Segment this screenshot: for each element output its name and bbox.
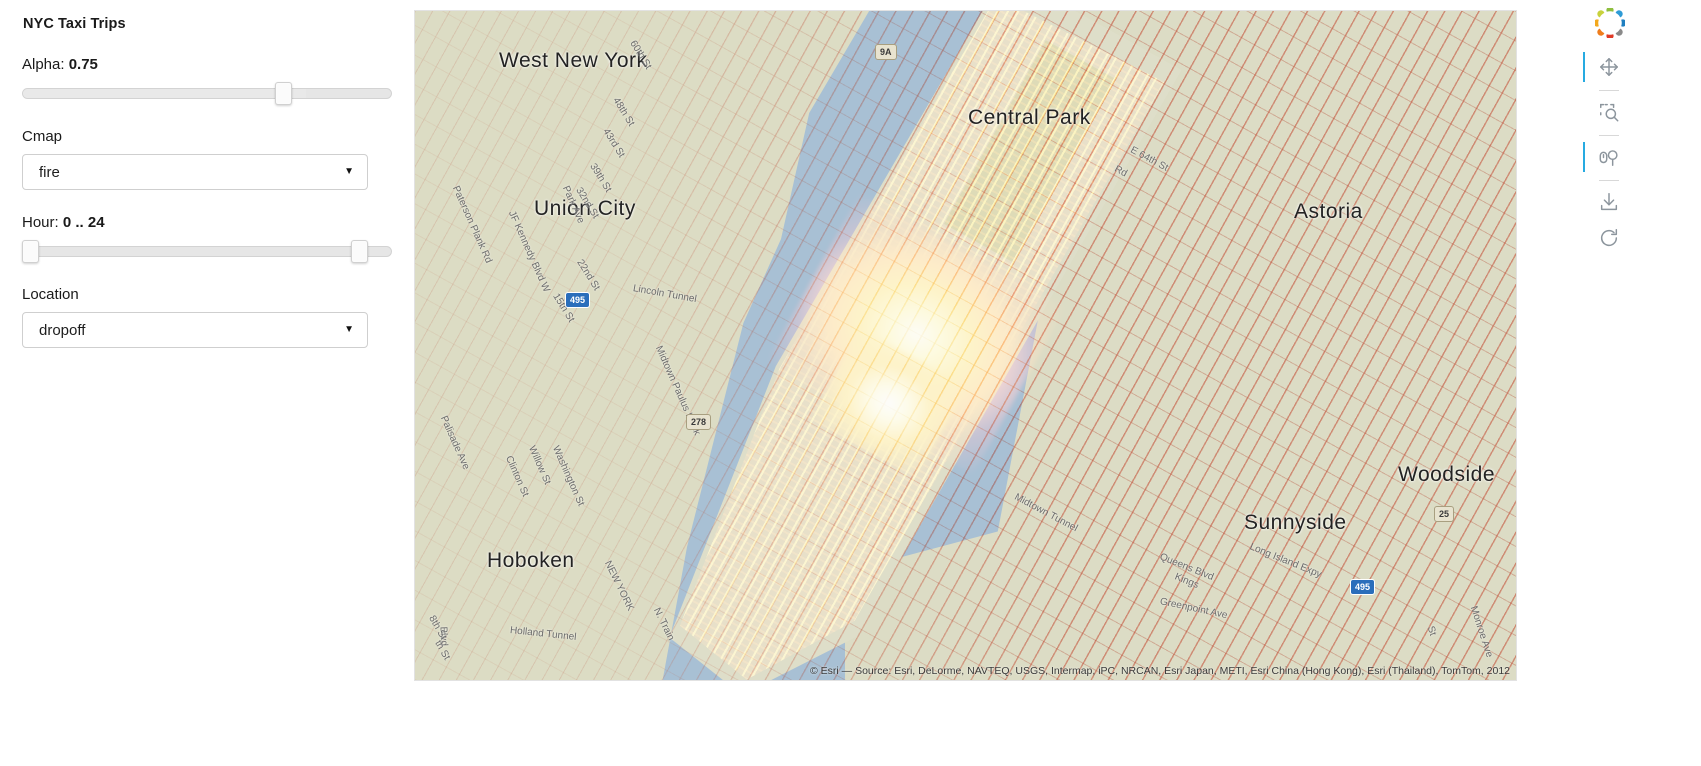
pan-tool[interactable] (1583, 52, 1624, 82)
hour-slider-handle-start[interactable] (22, 240, 39, 263)
alpha-slider-label: Alpha: 0.75 (22, 56, 392, 74)
wheel-zoom-tool[interactable] (1583, 142, 1624, 172)
alpha-slider-track[interactable] (22, 88, 392, 99)
alpha-slider-handle[interactable] (275, 82, 293, 105)
hour-slider-widget: Hour: 0 .. 24 (22, 214, 392, 263)
location-select[interactable]: dropoff ▼ (22, 312, 368, 348)
route-shield: 495 (565, 292, 591, 308)
hour-label-value: 0 .. 24 (62, 214, 105, 231)
route-shield: 278 (686, 414, 712, 430)
map-attribution: © Esri — Source: Esri, DeLorme, NAVTEQ, … (810, 665, 1510, 677)
cmap-select[interactable]: fire ▼ (22, 154, 368, 190)
location-label: Location (22, 286, 79, 303)
pan-icon (1600, 58, 1618, 76)
save-tool[interactable] (1594, 187, 1624, 217)
bokeh-logo[interactable] (1593, 6, 1627, 40)
route-shield: 25 (1434, 506, 1455, 522)
alpha-slider-widget: Alpha: 0.75 (22, 56, 392, 105)
chevron-down-icon: ▼ (344, 324, 354, 335)
location-select-widget: Location dropoff ▼ (22, 286, 392, 348)
reset-tool[interactable] (1594, 223, 1624, 253)
map-plot[interactable]: West New York Union City Hoboken Astoria Woo… (414, 10, 1517, 681)
toolbar-divider (1599, 180, 1619, 181)
alpha-slider-fill (23, 89, 307, 98)
alpha-label-name: Alpha: (22, 56, 69, 73)
toolbar-divider (1599, 135, 1619, 136)
hour-slider-handle-end[interactable] (351, 240, 368, 263)
save-icon (1600, 193, 1618, 211)
toolbar-divider (1599, 90, 1619, 91)
page-title: NYC Taxi Trips (23, 16, 126, 32)
plot-toolbar (1517, 0, 1701, 766)
cmap-select-widget: Cmap fire ▼ (22, 128, 392, 190)
map-canvas[interactable]: West New York Union City Hoboken Astoria Woo… (415, 11, 1516, 680)
hour-label-name: Hour: (22, 214, 63, 231)
cmap-label: Cmap (22, 128, 63, 145)
route-shield: 495 (1350, 579, 1376, 595)
hour-slider-track[interactable] (22, 246, 392, 257)
hour-slider-label: Hour: 0 .. 24 (22, 214, 392, 232)
box-zoom-icon (1600, 103, 1619, 122)
chevron-down-icon: ▼ (344, 166, 354, 177)
cmap-select-value: fire (39, 163, 60, 181)
location-select-value: dropoff (39, 321, 86, 339)
reset-icon (1600, 229, 1618, 247)
box-zoom-tool[interactable] (1594, 97, 1624, 127)
wheel-zoom-icon (1599, 150, 1618, 166)
control-sidebar: NYC Taxi Trips Alpha: 0.75 Cmap fire ▼ H… (0, 0, 414, 766)
route-shield: 9A (875, 44, 897, 60)
alpha-label-value: 0.75 (68, 56, 98, 73)
alpha-slider[interactable] (22, 82, 392, 105)
hour-range-slider[interactable] (22, 240, 392, 263)
nyc-taxi-dashboard: NYC Taxi Trips Alpha: 0.75 Cmap fire ▼ H… (0, 0, 1701, 766)
